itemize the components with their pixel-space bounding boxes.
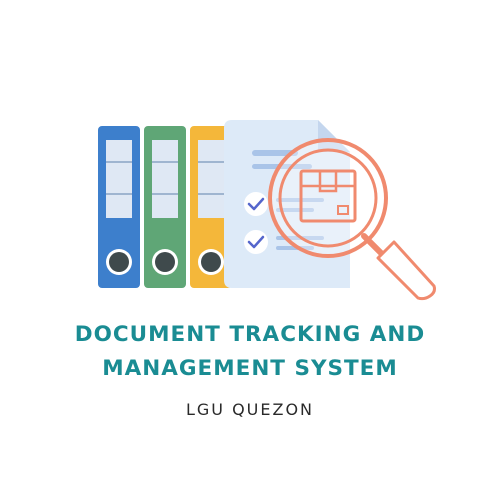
binder-icon-blue <box>98 126 140 288</box>
binder-icon-green <box>144 126 186 288</box>
document-tracking-illustration <box>98 120 436 301</box>
checkmark-icon <box>244 230 268 254</box>
checkmark-icon <box>244 192 268 216</box>
organization-subtitle: LGU QUEZON <box>185 400 315 419</box>
logo-canvas: DOCUMENT TRACKING AND MANAGEMENT SYSTEM … <box>0 0 500 500</box>
title-line-2: MANAGEMENT SYSTEM <box>102 356 398 381</box>
title-line-1: DOCUMENT TRACKING AND <box>74 322 426 347</box>
